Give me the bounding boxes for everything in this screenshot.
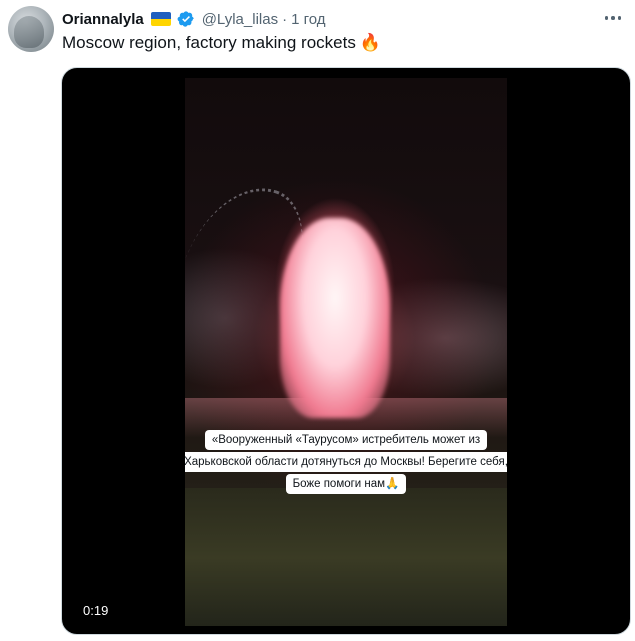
video-caption: «Вооруженный «Таурусом» истребитель може… [185, 430, 507, 494]
more-horizontal-icon[interactable] [599, 8, 627, 28]
verified-badge-icon [177, 10, 195, 28]
caption-line-1: «Вооруженный «Таурусом» истребитель може… [204, 430, 488, 450]
fire-emoji: 🔥 [359, 33, 382, 52]
tweet-text-body: Moscow region, factory making rockets [62, 33, 356, 52]
tweet-text: Moscow region, factory making rockets 🔥 [62, 33, 381, 53]
video-duration: 0:19 [83, 603, 109, 618]
field-foreground [185, 488, 507, 626]
ukraine-flag-icon [150, 12, 171, 26]
separator-dot: · [282, 10, 288, 28]
caption-line-2: Харьковской области дотянуться до Москвы… [185, 452, 507, 472]
display-name[interactable]: Oriannalyla [62, 11, 144, 28]
video-player[interactable]: «Вооруженный «Таурусом» истребитель може… [61, 67, 631, 635]
avatar-image [14, 16, 44, 48]
avatar[interactable] [8, 6, 54, 52]
video-frame[interactable]: «Вооруженный «Таурусом» истребитель може… [185, 78, 507, 626]
tweet: Oriannalyla @Lyla_lilas · 1 год Moscow r… [0, 0, 635, 641]
tweet-header: Oriannalyla @Lyla_lilas · 1 год [62, 8, 615, 30]
user-handle[interactable]: @Lyla_lilas [202, 11, 278, 28]
caption-line-3: Боже помоги нам🙏 [285, 474, 407, 494]
explosion-fireball [280, 218, 390, 418]
tweet-timestamp[interactable]: 1 год [291, 11, 325, 28]
